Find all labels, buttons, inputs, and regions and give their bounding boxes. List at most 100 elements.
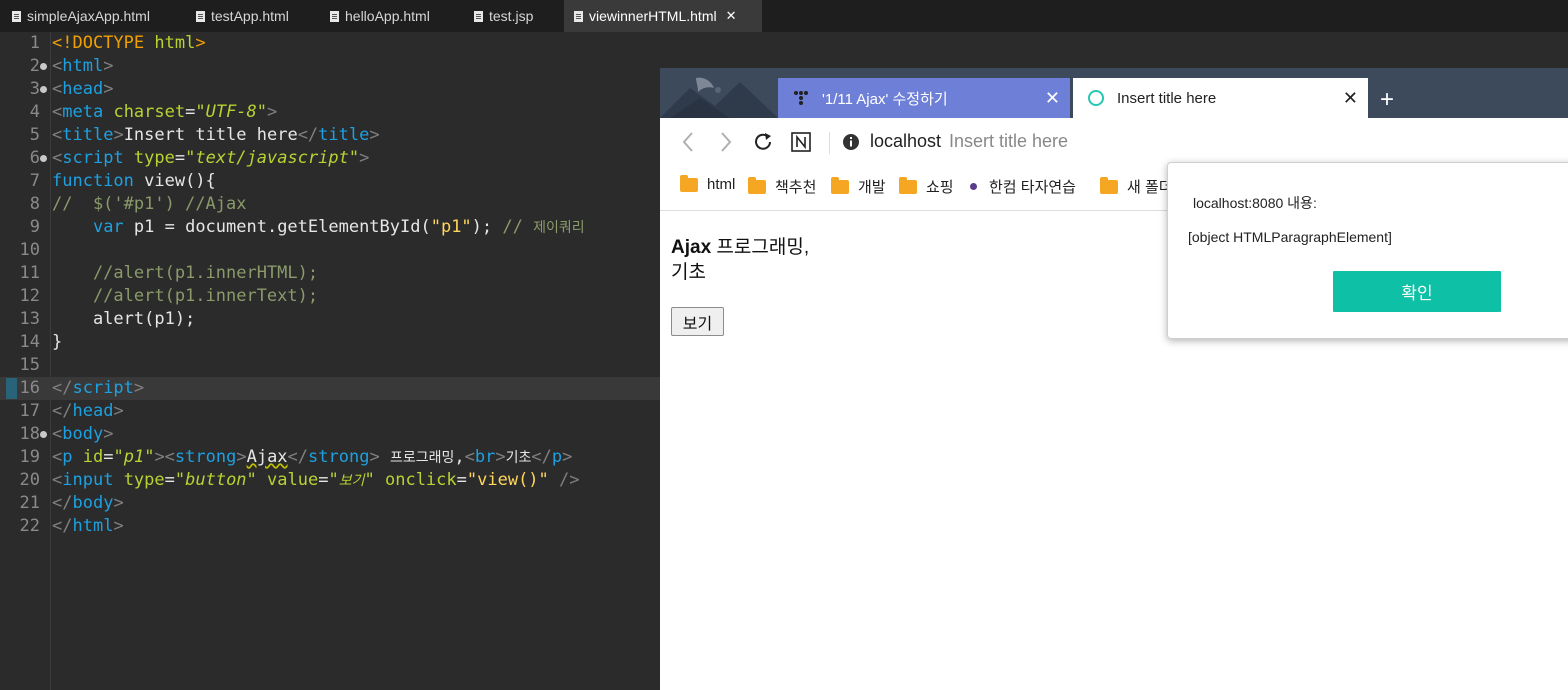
file-icon xyxy=(12,10,21,22)
editor-tab-active[interactable]: viewinnerHTML.html ✕ xyxy=(564,0,762,32)
code-line: 22 </html> xyxy=(0,515,660,538)
close-icon[interactable]: ✕ xyxy=(1343,88,1358,108)
bookmark-folder[interactable]: 쇼핑 xyxy=(899,176,954,197)
reload-icon xyxy=(755,133,771,150)
line-number: 17 xyxy=(19,401,40,421)
dialog-message: [object HTMLParagraphElement] xyxy=(1188,229,1392,245)
code-line: 15 xyxy=(0,354,660,377)
code-editor[interactable]: 1 <!DOCTYPE html> 2 <html> 3 <head> 4 <meta … xyxy=(0,32,660,690)
browser-logo-icon xyxy=(660,77,778,118)
tistory-icon xyxy=(794,91,808,105)
code-line: 17 </head> xyxy=(0,400,660,423)
bookmark-folder[interactable]: 개발 xyxy=(831,176,886,197)
code-line-current: 16 </script> xyxy=(0,377,660,400)
editor-tab[interactable]: testApp.html xyxy=(184,0,316,32)
editor-tab-label: viewinnerHTML.html xyxy=(589,8,717,24)
code-line: 6 <script type="text/javascript"> xyxy=(0,147,660,170)
code-line: 10 xyxy=(0,239,660,262)
code-line: 14} xyxy=(0,331,660,354)
line-number: 6 xyxy=(29,148,40,168)
editor-tab[interactable]: helloApp.html xyxy=(318,0,460,32)
bookmark-link[interactable]: 한컴 타자연습 xyxy=(966,176,1076,197)
code-line: 3 <head> xyxy=(0,78,660,101)
naver-button[interactable] xyxy=(789,128,813,156)
fold-icon[interactable] xyxy=(40,155,47,162)
folder-icon xyxy=(680,174,698,192)
code-line: 5 <title>Insert title here</title> xyxy=(0,124,660,147)
editor-tab-label: testApp.html xyxy=(211,8,289,24)
line-number: 3 xyxy=(29,79,40,99)
browser-tab-active[interactable]: Insert title here ✕ xyxy=(1073,78,1368,118)
folder-icon xyxy=(899,176,917,194)
bookmark-folder[interactable]: html xyxy=(680,174,736,193)
close-icon[interactable]: ✕ xyxy=(1045,88,1060,108)
editor-tab[interactable]: test.jsp xyxy=(462,0,564,32)
file-icon xyxy=(196,10,205,22)
naver-n-icon xyxy=(791,132,811,152)
file-icon xyxy=(474,10,483,22)
file-icon xyxy=(574,10,583,22)
code-line: 4 <meta charset="UTF-8"> xyxy=(0,101,660,124)
strong-text: Ajax xyxy=(671,237,712,258)
code-line: 13 alert(p1); xyxy=(0,308,660,331)
forward-arrow-icon xyxy=(721,132,732,152)
editor-tab[interactable]: simpleAjaxApp.html xyxy=(0,0,190,32)
line-number: 7 xyxy=(29,171,40,191)
line-number: 15 xyxy=(19,355,40,375)
back-button[interactable] xyxy=(676,128,700,156)
code-line: 12 //alert(p1.innerText); xyxy=(0,285,660,308)
close-icon[interactable]: ✕ xyxy=(726,8,737,24)
paragraph-text-2: 기초 xyxy=(671,262,706,283)
dot-icon xyxy=(970,183,977,190)
line-number: 11 xyxy=(19,263,40,283)
editor-tab-label: helloApp.html xyxy=(345,8,430,24)
browser-tab-label: Insert title here xyxy=(1117,89,1217,107)
fold-icon[interactable] xyxy=(40,431,47,438)
address-host[interactable]: localhost xyxy=(870,131,941,152)
back-arrow-icon xyxy=(682,132,693,152)
address-bar: localhost Insert title here xyxy=(660,118,1568,166)
site-info-button[interactable] xyxy=(840,128,862,156)
code-line: 21 </body> xyxy=(0,492,660,515)
bookmark-label: html xyxy=(707,176,736,193)
reload-button[interactable] xyxy=(751,128,775,156)
line-number: 16 xyxy=(19,378,40,398)
new-tab-button[interactable]: + xyxy=(1380,86,1394,114)
divider xyxy=(829,132,830,154)
browser-tab[interactable]: '1/11 Ajax' 수정하기 ✕ xyxy=(778,78,1070,118)
line-number: 18 xyxy=(19,424,40,444)
bookmark-label: 새 폴더 xyxy=(1127,179,1173,196)
code-line: 2 <html> xyxy=(0,55,660,78)
code-line: 19 <p id="p1"><strong>Ajax</strong> 프로그래밍… xyxy=(0,446,660,469)
fold-icon[interactable] xyxy=(40,86,47,93)
editor-tab-label: simpleAjaxApp.html xyxy=(27,8,150,24)
line-number: 13 xyxy=(19,309,40,329)
line-number: 12 xyxy=(19,286,40,306)
alert-dialog: localhost:8080 내용: [object HTMLParagraph… xyxy=(1167,162,1568,339)
line-number: 14 xyxy=(19,332,40,352)
code-line: 7 function view(){ xyxy=(0,170,660,193)
line-number: 4 xyxy=(29,102,40,122)
bookmark-label: 한컴 타자연습 xyxy=(989,179,1076,196)
folder-icon xyxy=(1100,176,1118,194)
line-number: 1 xyxy=(29,33,40,53)
folder-icon xyxy=(748,176,766,194)
forward-button[interactable] xyxy=(714,128,738,156)
view-button[interactable]: 보기 xyxy=(671,307,724,336)
ok-button[interactable]: 확인 xyxy=(1333,271,1501,312)
folder-icon xyxy=(831,176,849,194)
line-number: 20 xyxy=(19,470,40,490)
code-line: 18 <body> xyxy=(0,423,660,446)
file-icon xyxy=(330,10,339,22)
browser-tab-label: '1/11 Ajax' 수정하기 xyxy=(822,90,948,108)
bookmark-folder[interactable]: 새 폴더 xyxy=(1100,176,1173,197)
bookmark-label: 개발 xyxy=(858,179,886,196)
bookmark-folder[interactable]: 책추천 xyxy=(748,176,816,197)
fold-icon[interactable] xyxy=(40,63,47,70)
code-line: 8// $('#p1') //Ajax xyxy=(0,193,660,216)
bookmark-label: 책추천 xyxy=(775,179,817,196)
address-page-title[interactable]: Insert title here xyxy=(949,131,1068,152)
dialog-title: localhost:8080 내용: xyxy=(1193,195,1317,211)
line-number: 5 xyxy=(29,125,40,145)
code-line: 9 var p1 = document.getElementById("p1")… xyxy=(0,216,660,239)
